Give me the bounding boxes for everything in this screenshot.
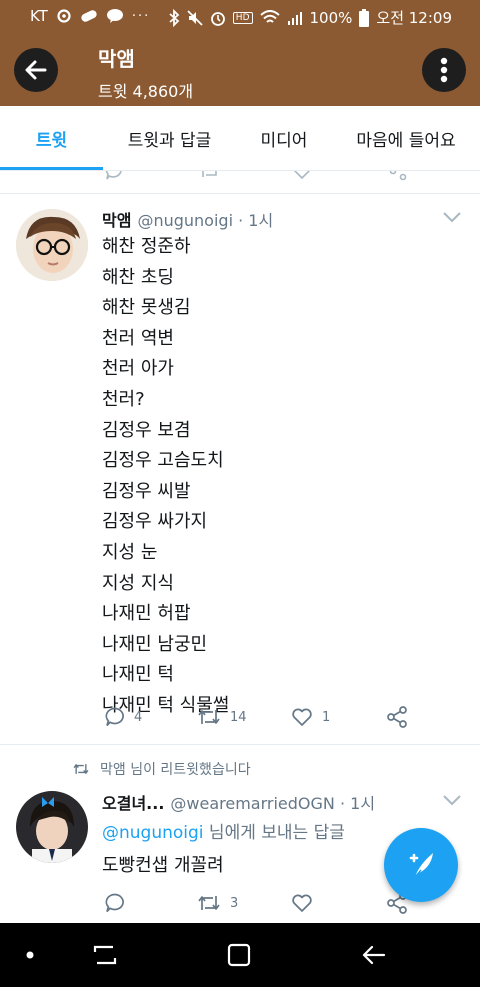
- previous-tweet-actions-cutoff: [0, 171, 480, 194]
- like-button[interactable]: [290, 892, 322, 914]
- clock: 오전 12:09: [376, 9, 452, 27]
- tweet-author-handle[interactable]: @nugunoigi · 1시: [137, 211, 273, 230]
- tweet-line: 김정우 싸가지: [102, 511, 208, 533]
- share-icon: [387, 706, 407, 728]
- chevron-down-icon[interactable]: [442, 210, 462, 224]
- retweet-icon: [198, 710, 220, 724]
- like-icon: [294, 171, 310, 180]
- profile-name: 막앰: [98, 47, 135, 71]
- bluetooth-icon: [168, 8, 180, 27]
- tweet-actions: 4 14 1: [102, 706, 422, 732]
- back-button[interactable]: [14, 48, 58, 92]
- chevron-down-icon[interactable]: [442, 793, 462, 807]
- avatar[interactable]: [16, 791, 88, 863]
- mute-icon: [187, 9, 203, 26]
- reply-context: @nugunoigi 님에게 보내는 답글 도빵컨샙 개꼴려: [102, 818, 345, 881]
- retweet-note-text[interactable]: 막앰 님이 리트윗했습니다: [100, 759, 251, 779]
- tweet-line: 나재민 턱: [102, 664, 174, 686]
- tweet-author-name[interactable]: 막앰: [102, 211, 131, 230]
- talk-icon: [106, 8, 124, 24]
- tab-likes[interactable]: 마음에 들어요: [332, 106, 480, 170]
- reply-to-suffix: 님에게 보내는 답글: [203, 823, 345, 843]
- tweet-author-name[interactable]: 오결녀...: [102, 794, 164, 813]
- tweet-line: 해찬 정준하: [102, 236, 191, 257]
- tweet-count: 트윗 4,860개: [98, 82, 194, 101]
- tweet-line: 김정우 씨발: [102, 480, 191, 502]
- tab-tweets-and-replies[interactable]: 트윗과 답글: [103, 106, 236, 170]
- tweet-line: 해찬 초딩: [102, 266, 174, 288]
- tweet-line: 천러 아가: [102, 358, 174, 380]
- tweet-header: 막앰 @nugunoigi · 1시: [102, 207, 273, 231]
- compose-feather-icon: [409, 853, 433, 878]
- retweet-count: 3: [230, 895, 239, 911]
- reply-to-line: @nugunoigi 님에게 보내는 답글: [102, 818, 345, 849]
- tab-tweets[interactable]: 트윗: [0, 106, 103, 170]
- like-icon: [292, 894, 312, 912]
- retweet-icon: [198, 896, 220, 910]
- tweet-actions: 3: [102, 892, 422, 918]
- mention-link[interactable]: @nugunoigi: [102, 823, 204, 843]
- reply-icon: [105, 171, 122, 180]
- avatar-portrait: [16, 791, 88, 863]
- retweet-icon: [202, 171, 217, 177]
- profile-header: 막앰 트윗 4,860개: [0, 33, 480, 106]
- tweet-line: 김정우 고슴도치: [102, 450, 224, 472]
- battery-icon: [359, 8, 370, 27]
- battery-percent: 100%: [309, 8, 353, 27]
- retweet-button[interactable]: 3: [196, 892, 238, 914]
- tweet-text: 해찬 정준하 해찬 초딩 해찬 못생김 천러 역변 천러 아가 천러? 김정우 …: [102, 232, 229, 722]
- status-bar: KT ··· HD 100% 오전 12:09: [0, 0, 480, 33]
- settings-icon: [56, 8, 72, 24]
- share-button[interactable]: [386, 706, 408, 728]
- tweet-line: 천러 역변: [102, 327, 174, 349]
- alarm-icon: [210, 10, 226, 26]
- like-icon: [292, 708, 312, 726]
- tweet-divider: [0, 744, 480, 745]
- tweet-text: 도빵컨샙 개꼴려: [102, 854, 224, 876]
- avatar[interactable]: [16, 209, 88, 281]
- nav-dot-icon[interactable]: [10, 923, 50, 987]
- compose-tweet-button[interactable]: [384, 828, 458, 902]
- like-button[interactable]: 1: [290, 706, 330, 728]
- avatar-portrait: [16, 209, 88, 281]
- like-count: 1: [322, 709, 331, 725]
- system-nav-bar: [0, 923, 480, 987]
- tweet-line: 천러?: [102, 388, 145, 410]
- reply-icon: [105, 893, 124, 913]
- retweet-button[interactable]: 14: [196, 706, 247, 728]
- reply-button[interactable]: [104, 892, 134, 914]
- tweet-header: 오결녀... @wearemarriedOGN · 1시: [102, 790, 375, 814]
- reply-count: 4: [134, 709, 143, 725]
- tweet-line: 나재민 허팝: [102, 603, 191, 625]
- profile-tabs: 트윗 트윗과 답글 미디어 마음에 들어요: [0, 106, 480, 171]
- reply-button[interactable]: 4: [104, 706, 142, 728]
- retweet-count: 14: [230, 709, 247, 725]
- pill-icon: [80, 10, 98, 22]
- tab-media[interactable]: 미디어: [236, 106, 332, 170]
- back-icon[interactable]: [348, 923, 398, 987]
- recent-apps-icon[interactable]: [80, 923, 130, 987]
- tweet-line: 해찬 못생김: [102, 297, 191, 319]
- hd-icon: HD: [232, 11, 253, 24]
- back-arrow-icon: [25, 60, 47, 80]
- tweet-line: 나재민 남궁민: [102, 633, 208, 655]
- share-icon: [389, 171, 407, 181]
- retweet-note: 막앰 님이 리트윗했습니다: [72, 759, 251, 779]
- more-options-button[interactable]: [422, 48, 466, 92]
- tweet-author-handle[interactable]: @wearemarriedOGN · 1시: [170, 794, 375, 813]
- tweet-line: 지성 눈: [102, 541, 158, 563]
- signal-icon: [287, 11, 303, 25]
- tweet-line: 김정우 보겸: [102, 419, 191, 441]
- home-icon[interactable]: [214, 923, 264, 987]
- carrier-label: KT: [30, 7, 48, 25]
- more-vertical-icon: [440, 57, 448, 83]
- reply-icon: [105, 707, 124, 727]
- more-dots-icon: ···: [131, 8, 151, 24]
- tweet-line: 지성 지식: [102, 572, 174, 594]
- retweet-icon: [73, 764, 89, 774]
- wifi-icon: [259, 9, 280, 26]
